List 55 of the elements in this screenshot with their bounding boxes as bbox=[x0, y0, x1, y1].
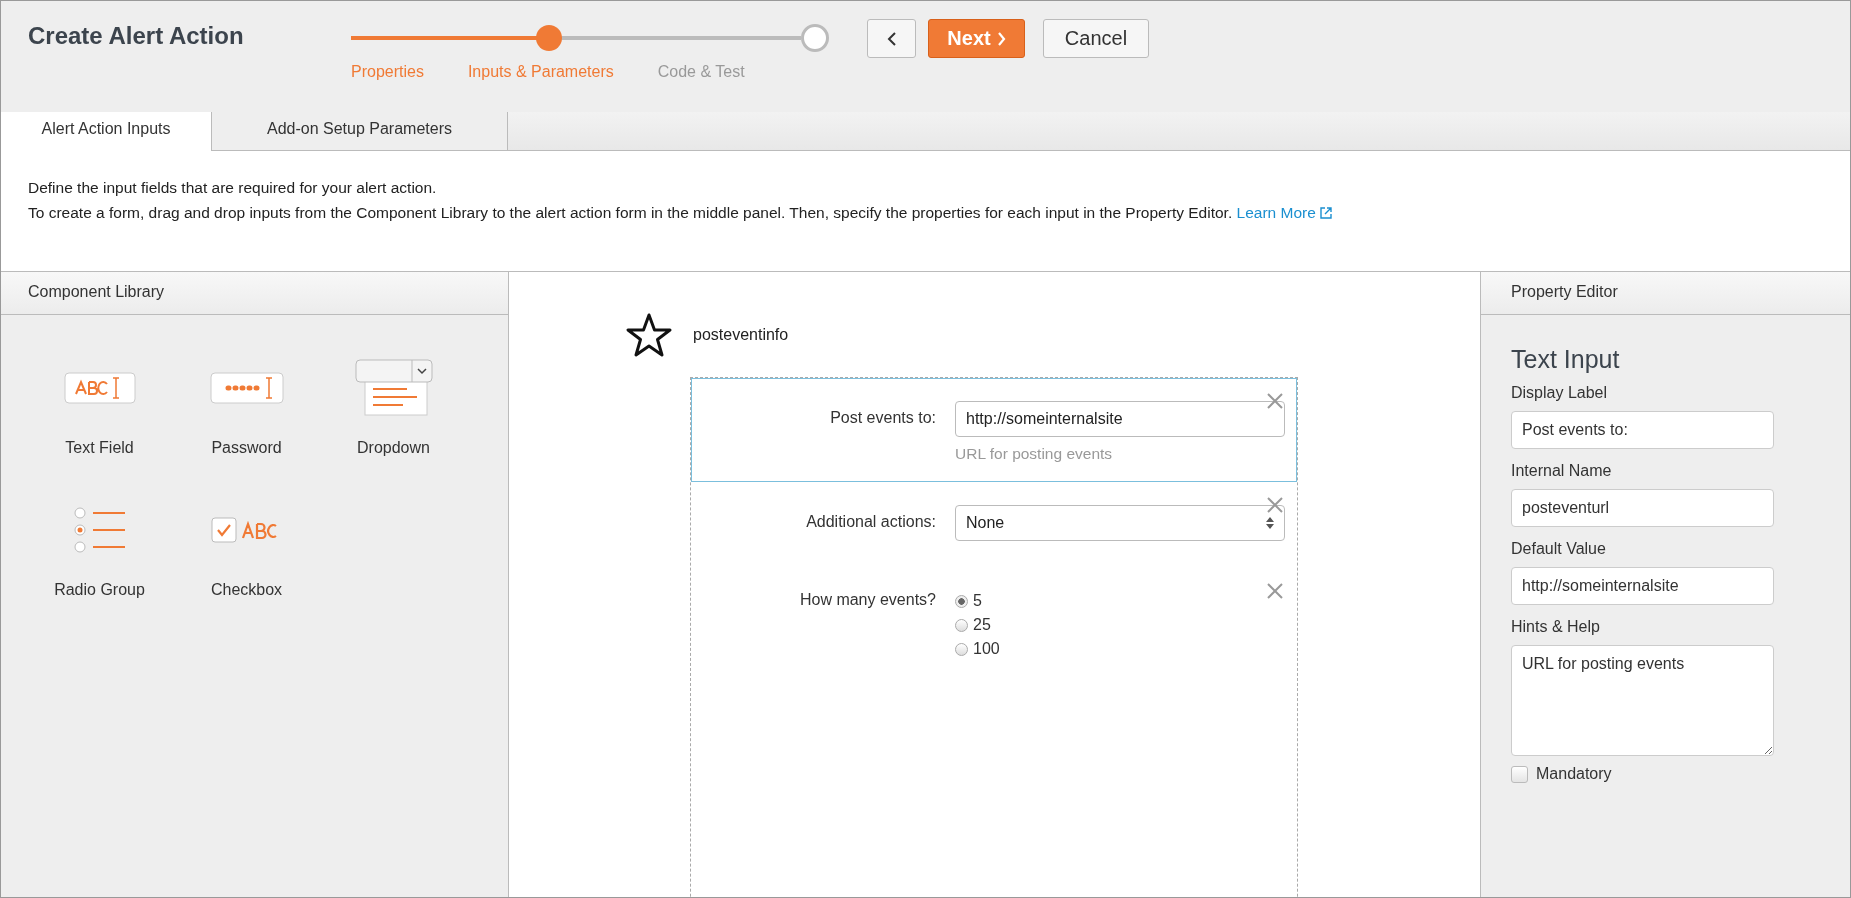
sort-arrows-icon bbox=[1266, 516, 1274, 530]
chevron-right-icon bbox=[996, 31, 1006, 46]
text-input[interactable]: http://someinternalsite bbox=[1511, 567, 1774, 605]
hints-textarea[interactable]: URL for posting events bbox=[1511, 645, 1774, 756]
radio-group-icon bbox=[72, 506, 127, 554]
cancel-button[interactable]: Cancel bbox=[1043, 19, 1149, 58]
form-name: posteventinfo bbox=[693, 326, 789, 344]
dropdown-icon bbox=[354, 359, 433, 417]
field-label: How many events? bbox=[798, 590, 936, 610]
text-input[interactable]: Post events to: bbox=[1511, 411, 1774, 449]
window-title: Create Alert Action bbox=[28, 22, 245, 50]
description-text: To create a form, drag and drop inputs from the Component Library to the alert action form in the middle panel. Then, specify the properties for each input in the Property Editor. Learn More bbox=[28, 204, 1850, 222]
close-icon[interactable] bbox=[1267, 583, 1283, 599]
radio-label: 5 bbox=[973, 592, 982, 610]
hint-text: URL for posting events bbox=[955, 445, 1114, 463]
form-row[interactable]: How many events? 5 25 100 bbox=[691, 560, 1297, 680]
radio-button[interactable] bbox=[955, 642, 968, 656]
component-label[interactable]: Text Field bbox=[65, 439, 134, 457]
component-label[interactable]: Radio Group bbox=[54, 581, 145, 599]
form-row[interactable]: Additional actions: None bbox=[691, 482, 1297, 560]
description-text: Define the input fields that are required for your alert action. bbox=[28, 179, 438, 197]
component-label[interactable]: Checkbox bbox=[210, 581, 283, 599]
radio-label: 25 bbox=[973, 616, 991, 634]
checkbox[interactable] bbox=[1511, 765, 1528, 783]
panel-header: Component Library bbox=[1, 272, 508, 315]
field-label: Default Value bbox=[1511, 540, 1607, 558]
password-field-icon bbox=[209, 372, 284, 404]
tab[interactable]: Add-on Setup Parameters bbox=[212, 112, 508, 150]
close-icon[interactable] bbox=[1267, 497, 1283, 513]
component-label[interactable]: Dropdown bbox=[357, 439, 430, 457]
external-link-icon bbox=[1320, 207, 1333, 219]
select-field[interactable]: None bbox=[955, 505, 1285, 541]
field-label: Internal Name bbox=[1511, 462, 1613, 480]
back-button[interactable] bbox=[867, 19, 916, 58]
close-icon[interactable] bbox=[1267, 393, 1283, 409]
field-label: Display Label bbox=[1511, 384, 1609, 402]
star-icon bbox=[625, 312, 673, 358]
text-input[interactable]: posteventurl bbox=[1511, 489, 1774, 527]
text-field-icon bbox=[63, 372, 136, 404]
section-heading: Text Input bbox=[1511, 345, 1621, 374]
chevron-left-icon bbox=[886, 31, 897, 46]
field-label: Post events to: bbox=[829, 408, 936, 428]
radio-button[interactable] bbox=[955, 618, 968, 632]
radio-label: 100 bbox=[973, 640, 1000, 658]
text-input[interactable]: http://someinternalsite bbox=[955, 401, 1285, 437]
component-label[interactable]: Password bbox=[211, 439, 282, 457]
learn-more-link[interactable]: Learn More bbox=[1236, 204, 1333, 221]
panel-header: Property Editor bbox=[1481, 272, 1850, 315]
radio-button[interactable] bbox=[955, 594, 968, 608]
tab[interactable]: Alert Action Inputs bbox=[1, 112, 212, 151]
form-row[interactable]: Post events to: http://someinternalsite URL for posting events bbox=[691, 378, 1297, 482]
progress-thumb bbox=[536, 25, 562, 51]
field-label: Hints & Help bbox=[1511, 618, 1601, 636]
field-label: Additional actions: bbox=[805, 512, 936, 532]
checkbox-label: Mandatory bbox=[1536, 765, 1612, 783]
